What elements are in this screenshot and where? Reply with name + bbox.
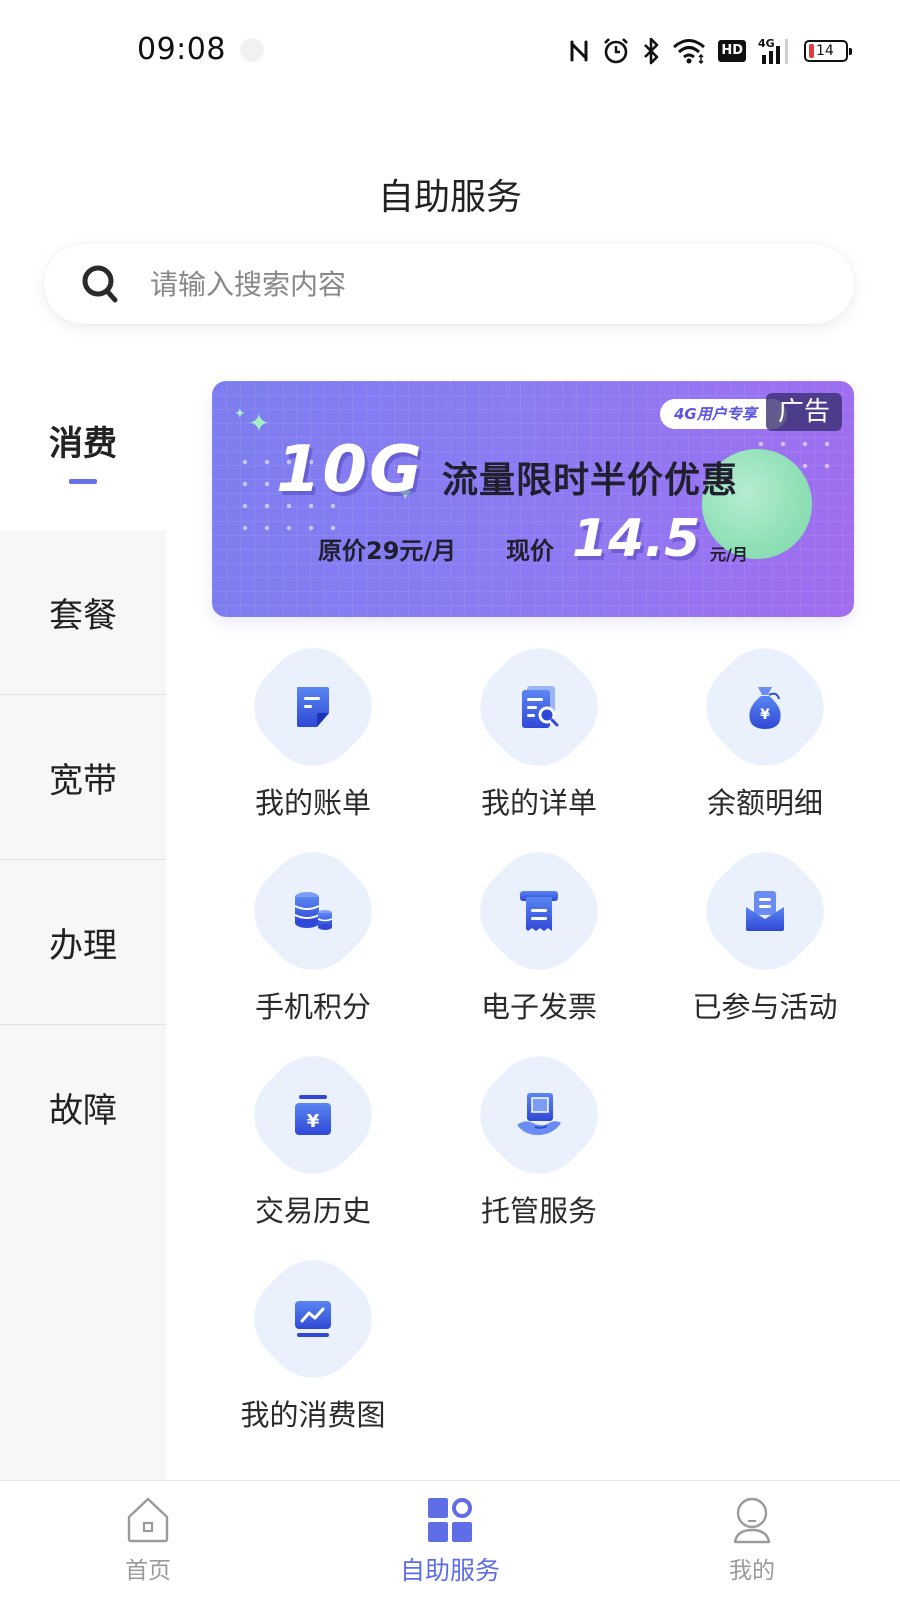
search-bar[interactable]: [44, 244, 854, 324]
sidebar-item-fault[interactable]: 故障: [0, 1025, 166, 1189]
sidebar-item-package[interactable]: 套餐: [0, 530, 166, 694]
sidebar-item-label: 套餐: [49, 595, 117, 636]
detail-search-icon: [522, 686, 559, 728]
service-e-invoice[interactable]: 电子发票: [426, 833, 652, 1034]
bill-icon: [297, 687, 329, 727]
hd-icon: HD: [718, 36, 746, 66]
alarm-icon: [602, 36, 630, 66]
service-label: 交易历史: [254, 1194, 371, 1228]
service-transaction-history[interactable]: ¥ 交易历史: [200, 1037, 426, 1238]
category-sidebar: 消费 套餐 宽带 办理 故障: [0, 370, 166, 1480]
envelope-icon: [746, 891, 784, 931]
nav-mine[interactable]: 我的: [662, 1495, 842, 1585]
nav-label: 自助服务: [399, 1556, 500, 1585]
service-label: 手机积分: [254, 990, 371, 1024]
status-icons: HD 4G 14: [568, 34, 852, 68]
home-icon: [127, 1497, 169, 1543]
service-label: 托管服务: [480, 1194, 597, 1228]
nav-label: 首页: [125, 1558, 171, 1584]
page-title: 自助服务: [377, 177, 522, 218]
nav-home[interactable]: 首页: [58, 1495, 238, 1585]
profile-icon: [733, 1497, 771, 1544]
banner-original-price: 原价29元/月: [318, 537, 457, 565]
banner-headline: 流量限时半价优惠: [442, 460, 739, 501]
nfc-icon: [568, 36, 590, 66]
service-label: 我的账单: [254, 786, 371, 820]
chart-monitor-icon: [295, 1301, 331, 1337]
sidebar-item-broadband[interactable]: 宽带: [0, 695, 166, 859]
service-my-consumption-chart[interactable]: 我的消费图: [200, 1241, 426, 1442]
notification-icon: [240, 38, 264, 62]
service-custody[interactable]: 托管服务: [426, 1037, 652, 1238]
receipt-icon: [520, 891, 558, 931]
service-my-bill[interactable]: 我的账单: [200, 629, 426, 830]
svg-text:4G: 4G: [758, 37, 775, 50]
ad-badge: 广告: [765, 393, 842, 431]
status-bar: 09:08 HD 4G 14: [0, 0, 900, 100]
active-indicator: [69, 479, 97, 484]
sparkle-icon: ✦: [248, 409, 270, 439]
grid-icon: [428, 1498, 472, 1542]
sidebar-item-handle[interactable]: 办理: [0, 860, 166, 1024]
svg-text:¥: ¥: [760, 707, 770, 723]
service-label: 我的消费图: [240, 1398, 386, 1432]
service-my-detail[interactable]: 我的详单: [426, 629, 652, 830]
svg-text:¥: ¥: [307, 1111, 320, 1132]
nav-self-service[interactable]: 自助服务: [360, 1495, 540, 1587]
sidebar-item-consumption[interactable]: 消费: [0, 370, 166, 530]
sparkle-icon: ✦: [234, 406, 246, 422]
service-label: 电子发票: [480, 990, 597, 1024]
yuan-box-icon: ¥: [295, 1095, 331, 1135]
money-bag-icon: ¥: [749, 687, 781, 729]
search-icon: [82, 265, 118, 303]
service-phone-points[interactable]: 手机积分: [200, 833, 426, 1034]
search-input[interactable]: [150, 267, 750, 301]
service-label: 余额明细: [706, 786, 823, 820]
sidebar-item-label: 消费: [49, 424, 117, 464]
service-label: 我的详单: [480, 786, 597, 820]
status-time: 09:08: [137, 32, 226, 67]
banner-price: 14.5: [572, 509, 701, 569]
banner-big-text: 10G: [276, 433, 424, 507]
sidebar-item-label: 故障: [49, 1090, 117, 1131]
sidebar-filler: [0, 1189, 166, 1480]
hand-device-icon: [517, 1093, 561, 1135]
bottom-nav: 首页 自助服务 我的: [0, 1480, 900, 1600]
sidebar-item-label: 宽带: [49, 760, 117, 801]
wifi-icon: [672, 36, 706, 66]
banner-now-label: 现价: [506, 537, 554, 565]
service-label: 已参与活动: [692, 990, 838, 1024]
nav-label: 我的: [729, 1558, 775, 1584]
bluetooth-icon: [642, 36, 660, 66]
sidebar-item-label: 办理: [49, 925, 117, 966]
coins-icon: [294, 892, 333, 930]
banner-unit: 元/月: [710, 545, 748, 564]
service-balance-detail[interactable]: ¥ 余额明细: [652, 629, 878, 830]
battery-icon: 14: [804, 36, 852, 66]
service-joined-activities[interactable]: 已参与活动: [652, 833, 878, 1034]
promo-banner[interactable]: ✦ ✦ ✦ 4G用户专享 10G 流量限时半价优惠 原价29元/月 现价 14.…: [212, 381, 854, 617]
signal-4g-icon: 4G: [758, 36, 792, 66]
